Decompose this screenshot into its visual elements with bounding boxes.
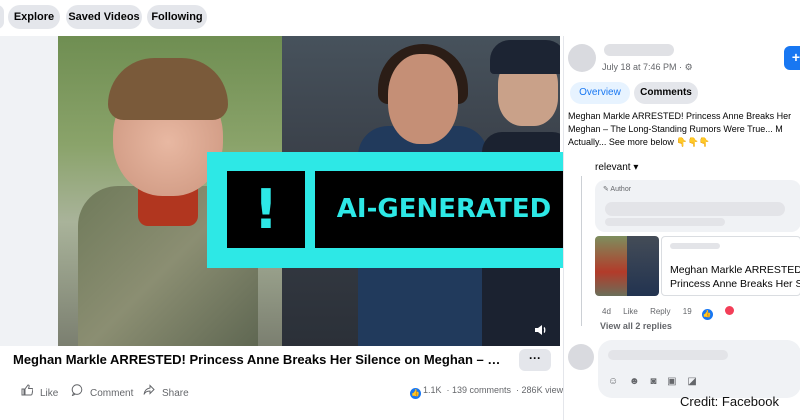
page-avatar[interactable] xyxy=(568,44,596,72)
comment-reply-button[interactable]: Reply xyxy=(650,307,670,316)
comment-input-tools: ☺ ☻ ◙ ▣ ◪ xyxy=(608,376,705,387)
post-actions: Like Comment Share 👍 1.1K · 139 comments … xyxy=(0,378,568,406)
thumbnail-left xyxy=(595,236,627,296)
nav-pill-saved-videos[interactable]: Saved Videos xyxy=(66,5,142,29)
ai-generated-label: AI-GENERATED xyxy=(336,194,552,224)
post-date[interactable]: July 18 at 7:46 PM · ⚙ xyxy=(602,62,693,73)
heart-reaction-icon xyxy=(724,306,734,315)
thumbnail-right xyxy=(627,236,659,296)
like-reaction-icon: 👍 xyxy=(701,309,713,320)
sticker-icon[interactable]: ◪ xyxy=(687,376,696,387)
user-avatar xyxy=(568,344,594,370)
link-title-line: Princess Anne Breaks Her S xyxy=(670,278,800,290)
post-details-panel: July 18 at 7:46 PM · ⚙ + Overview Commen… xyxy=(563,36,800,420)
thread-line xyxy=(581,176,582,326)
author-badge: ✎ Author xyxy=(603,186,632,193)
woman-face xyxy=(388,54,458,144)
nav-pill-following[interactable]: Following xyxy=(147,5,207,29)
comment-reactions[interactable]: 19 👍 xyxy=(682,306,744,320)
post-date-label: July 18 at 7:46 PM · xyxy=(602,62,683,72)
volume-icon[interactable] xyxy=(533,322,549,338)
camera-icon[interactable]: ◙ xyxy=(650,376,656,387)
view-replies-link[interactable]: View all 2 replies xyxy=(600,321,672,331)
share-label: Share xyxy=(162,388,189,399)
comment-placeholder-redacted xyxy=(608,350,728,360)
ai-generated-badge: ! AI-GENERATED xyxy=(207,152,592,268)
more-options-button[interactable]: ··· xyxy=(519,349,551,371)
exclamation-icon: ! xyxy=(253,178,279,241)
link-title: Meghan Markle ARRESTED! Princess Anne Br… xyxy=(670,263,800,291)
officer-cap xyxy=(490,40,560,74)
description-line[interactable]: Actually... See more below 👇👇👇 xyxy=(568,136,800,149)
post-stats: 👍 1.1K · 139 comments · 286K views xyxy=(410,385,568,399)
view-count: 286K views xyxy=(521,385,568,395)
thumbs-up-icon xyxy=(21,384,35,399)
comment-like-button[interactable]: Like xyxy=(623,307,638,316)
emoji-icon[interactable]: ☻ xyxy=(629,376,640,387)
follow-button[interactable]: + xyxy=(784,46,800,70)
nav-pill-partial[interactable] xyxy=(0,5,4,29)
globe-icon: ⚙ xyxy=(684,62,693,72)
post-description: Meghan Markle ARRESTED! Princess Anne Br… xyxy=(568,110,800,149)
comment-text-redacted xyxy=(605,218,725,226)
comment-icon xyxy=(71,384,85,399)
share-icon xyxy=(143,384,157,399)
like-label: Like xyxy=(40,388,59,399)
ai-label-box: AI-GENERATED xyxy=(315,171,573,248)
like-button[interactable]: Like xyxy=(21,384,58,399)
comment-time[interactable]: 4d xyxy=(602,307,611,316)
avatar-sticker-icon[interactable]: ☺ xyxy=(608,376,618,387)
link-source-redacted xyxy=(670,243,720,249)
like-reaction-icon: 👍 xyxy=(410,388,421,399)
comment-reaction-count: 19 xyxy=(682,307,692,316)
image-credit: Credit: Facebook xyxy=(680,394,779,409)
video-nav-bar: Explore Saved Videos Following xyxy=(0,0,560,36)
comment-meta: 4d Like Reply 19 👍 xyxy=(602,306,754,320)
share-button[interactable]: Share xyxy=(143,384,189,399)
page-name-redacted xyxy=(604,44,674,56)
link-preview-card[interactable]: Meghan Markle ARRESTED! Princess Anne Br… xyxy=(661,236,800,296)
warning-box: ! xyxy=(227,171,305,248)
comment-count[interactable]: 139 comments xyxy=(452,385,511,395)
link-thumbnail[interactable] xyxy=(595,236,659,296)
post-title-row: Meghan Markle ARRESTED! Princess Anne Br… xyxy=(0,346,560,376)
nav-pill-explore[interactable]: Explore xyxy=(8,5,60,29)
comment-bubble: ✎ Author xyxy=(595,180,800,232)
comment-button[interactable]: Comment xyxy=(71,384,133,399)
reaction-count[interactable]: 1.1K xyxy=(423,385,442,395)
tab-comments[interactable]: Comments xyxy=(634,82,698,104)
gif-icon[interactable]: ▣ xyxy=(667,376,676,387)
description-line: Meghan Markle ARRESTED! Princess Anne Br… xyxy=(568,111,792,121)
comment-sort-dropdown[interactable]: relevant ▾ xyxy=(595,162,638,173)
comment-label: Comment xyxy=(90,388,134,399)
tab-overview[interactable]: Overview xyxy=(570,82,630,104)
link-title-line: Meghan Markle ARRESTED! xyxy=(670,264,800,276)
person-hair xyxy=(108,58,228,120)
comment-text-redacted xyxy=(605,202,785,216)
comment-input[interactable]: ☺ ☻ ◙ ▣ ◪ xyxy=(598,340,800,398)
post-title[interactable]: Meghan Markle ARRESTED! Princess Anne Br… xyxy=(13,352,503,367)
description-line: Meghan – The Long-Standing Rumors Were T… xyxy=(568,124,783,134)
